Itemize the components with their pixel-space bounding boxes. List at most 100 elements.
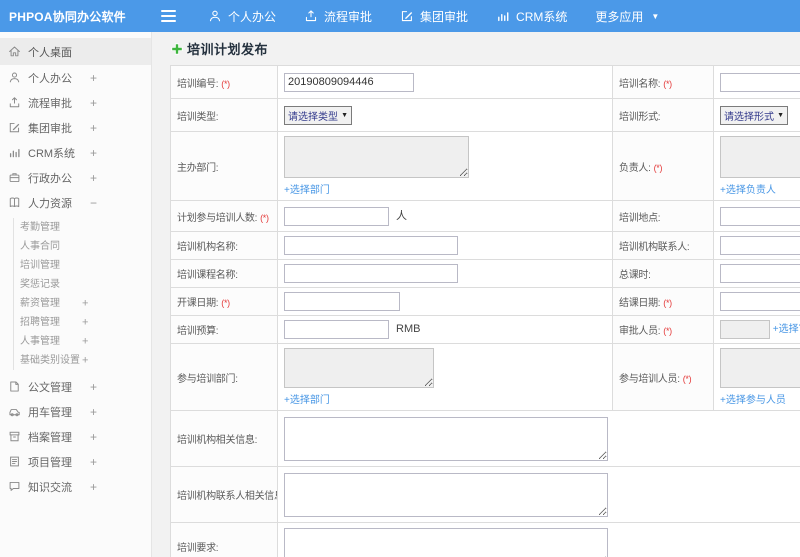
topnav-more-apps[interactable]: 更多应用 ▼	[581, 0, 673, 32]
sidebar-item-hr[interactable]: 人力资源 −	[0, 190, 151, 215]
menu-toggle-icon[interactable]	[158, 6, 178, 26]
course-name-input[interactable]	[284, 264, 458, 283]
select-dept-link[interactable]: +选择部门	[284, 391, 606, 406]
expand-plus-icon[interactable]: +	[82, 332, 88, 351]
sidebar-subitem-base-category[interactable]: 基础类别设置 +	[14, 351, 151, 370]
required-marker: (*)	[663, 298, 672, 308]
end-date-input[interactable]	[720, 292, 800, 311]
required-marker: (*)	[221, 298, 230, 308]
top-nav: 个人办公 流程审批 集团审批 CRM系统 更多应用 ▼	[194, 0, 673, 32]
upload-icon	[304, 9, 318, 23]
sidebar-item-official-docs[interactable]: 公文管理 +	[0, 374, 151, 399]
approver-input[interactable]	[720, 320, 770, 339]
start-date-input[interactable]	[284, 292, 400, 311]
page-title: 培训计划发布	[187, 42, 269, 57]
training-name-input[interactable]	[720, 72, 800, 92]
topnav-personal-office[interactable]: 个人办公	[194, 0, 290, 32]
field-label-org-contact: 培训机构联系人:	[612, 231, 714, 260]
sidebar-subitem-salary[interactable]: 薪资管理 +	[14, 294, 151, 313]
required-marker: (*)	[682, 373, 692, 384]
expand-plus-icon[interactable]: +	[90, 380, 97, 394]
user-icon	[208, 9, 222, 23]
field-label-budget: 培训预算:	[170, 315, 278, 344]
bar-chart-icon	[496, 9, 510, 23]
book-icon	[8, 196, 21, 209]
org-contact-info-textarea[interactable]	[284, 472, 608, 517]
expand-plus-icon[interactable]: +	[90, 121, 97, 135]
select-leader-link[interactable]: +选择负责人	[720, 181, 800, 196]
org-contact-input[interactable]	[720, 236, 800, 255]
required-marker: (*)	[663, 326, 672, 336]
field-label-planned-count: 计划参与培训人数: (*)	[170, 200, 278, 232]
field-label-training-type: 培训类型:	[170, 98, 278, 132]
field-label-host-dept: 主办部门:	[170, 131, 278, 201]
host-dept-textarea[interactable]	[284, 136, 469, 178]
join-people-textarea[interactable]	[720, 348, 800, 388]
caret-down-icon: ▼	[651, 11, 660, 21]
app-brand: PHPOA协同办公软件	[9, 9, 126, 24]
required-marker: (*)	[653, 162, 663, 173]
expand-plus-icon[interactable]: +	[90, 146, 97, 160]
select-participants-link[interactable]: +选择参与人员	[720, 391, 800, 406]
leader-textarea[interactable]	[720, 136, 800, 178]
select-approver-link[interactable]: +选择审批人员	[773, 324, 800, 335]
sidebar-subitem-attendance[interactable]: 考勤管理	[14, 218, 151, 237]
expand-plus-icon[interactable]: +	[82, 313, 88, 332]
expand-plus-icon[interactable]: +	[90, 96, 97, 110]
green-plus-icon	[171, 43, 183, 55]
expand-plus-icon[interactable]: +	[82, 294, 88, 313]
sidebar-item-personal-office[interactable]: 个人办公 +	[0, 65, 151, 90]
sidebar-item-projects[interactable]: 项目管理 +	[0, 449, 151, 474]
budget-input[interactable]	[284, 320, 389, 339]
car-icon	[8, 405, 21, 418]
currency-label: RMB	[396, 323, 421, 336]
field-label-start-date: 开课日期: (*)	[170, 287, 278, 316]
hr-submenu: 考勤管理 人事合同 培训管理 奖惩记录 薪资管理 + 招聘管理 + 人事管理 + 基础…	[13, 218, 151, 370]
sidebar-subitem-training[interactable]: 培训管理	[14, 256, 151, 275]
sidebar-item-vehicle[interactable]: 用车管理 +	[0, 399, 151, 424]
field-label-join-people: 参与培训人员: (*)	[612, 343, 714, 411]
field-label-end-date: 结课日期: (*)	[612, 287, 714, 316]
total-hours-input[interactable]	[720, 264, 800, 283]
org-name-input[interactable]	[284, 236, 458, 255]
expand-plus-icon[interactable]: +	[90, 71, 97, 85]
planned-count-input[interactable]	[284, 206, 389, 226]
select-dept-link[interactable]: +选择部门	[284, 181, 606, 196]
topnav-process-approval[interactable]: 流程审批	[290, 0, 386, 32]
expand-plus-icon[interactable]: +	[90, 430, 97, 444]
topnav-crm-system[interactable]: CRM系统	[482, 0, 581, 32]
training-no-input[interactable]	[284, 72, 414, 92]
expand-plus-icon[interactable]: +	[90, 455, 97, 469]
unit-label: 人	[396, 209, 407, 222]
field-label-location: 培训地点:	[612, 200, 714, 232]
bar-chart-icon	[8, 146, 21, 159]
sidebar-subitem-rewards[interactable]: 奖惩记录	[14, 275, 151, 294]
training-type-select[interactable]: 请选择类型 ▼	[284, 105, 352, 125]
sidebar-item-process-approval[interactable]: 流程审批 +	[0, 90, 151, 115]
project-icon	[8, 455, 21, 468]
sidebar-item-admin-office[interactable]: 行政办公 +	[0, 165, 151, 190]
sidebar-item-group-approval[interactable]: 集团审批 +	[0, 115, 151, 140]
expand-plus-icon[interactable]: +	[90, 405, 97, 419]
field-label-approver: 审批人员: (*)	[612, 315, 714, 344]
training-form-select[interactable]: 请选择形式 ▼	[720, 105, 788, 125]
required-marker: (*)	[663, 78, 672, 89]
sidebar-subitem-recruit[interactable]: 招聘管理 +	[14, 313, 151, 332]
topnav-group-approval[interactable]: 集团审批	[386, 0, 482, 32]
collapse-minus-icon[interactable]: −	[90, 196, 97, 210]
expand-plus-icon[interactable]: +	[90, 171, 97, 185]
sidebar-item-crm[interactable]: CRM系统 +	[0, 140, 151, 165]
join-dept-textarea[interactable]	[284, 348, 434, 388]
expand-plus-icon[interactable]: +	[82, 351, 88, 370]
field-label-requirements: 培训要求:	[170, 522, 278, 557]
location-input[interactable]	[720, 206, 800, 226]
expand-plus-icon[interactable]: +	[90, 480, 97, 494]
sidebar-subitem-personnel[interactable]: 人事管理 +	[14, 332, 151, 351]
field-label-org-name: 培训机构名称:	[170, 231, 278, 260]
sidebar-item-personal-desktop[interactable]: 个人桌面	[0, 38, 151, 65]
requirements-textarea[interactable]	[284, 527, 608, 557]
sidebar-subitem-hr-contract[interactable]: 人事合同	[14, 237, 151, 256]
sidebar-item-knowledge[interactable]: 知识交流 +	[0, 474, 151, 499]
sidebar-item-archives[interactable]: 档案管理 +	[0, 424, 151, 449]
org-info-textarea[interactable]	[284, 416, 608, 461]
